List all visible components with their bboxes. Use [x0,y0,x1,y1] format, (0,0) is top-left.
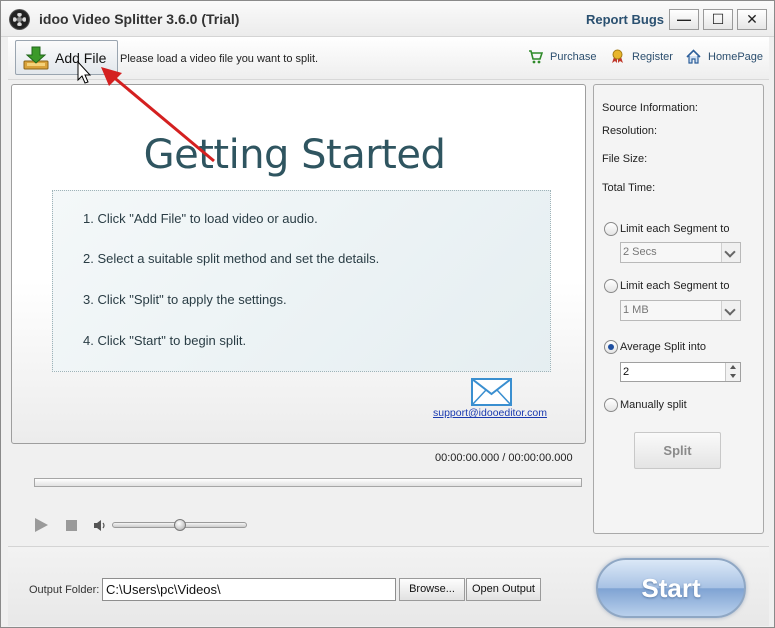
homepage-link[interactable]: HomePage [686,49,768,66]
average-split-radio[interactable] [604,340,618,354]
limit-by-size-option[interactable]: Limit each Segment to [604,279,754,294]
play-icon[interactable] [35,518,48,532]
add-file-label: Add File [55,50,107,66]
close-button[interactable]: ✕ [737,9,767,30]
output-folder-label: Output Folder: [29,584,100,596]
split-button-label: Split [663,443,692,458]
app-window: idoo Video Splitter 3.6.0 (Trial) Report… [0,0,775,628]
report-bugs-link[interactable]: Report Bugs [586,12,664,27]
browse-button-label: Browse... [409,583,455,595]
limit-by-time-radio[interactable] [604,222,618,236]
average-split-count-stepper[interactable]: 2 [620,362,741,382]
film-reel-icon [9,9,30,30]
home-icon [686,49,701,64]
split-settings-panel: Source Information: Resolution: File Siz… [593,84,764,534]
stepper-up-icon[interactable] [725,363,740,372]
window-title: idoo Video Splitter 3.6.0 (Trial) [39,11,240,27]
minimize-icon: — [677,11,691,27]
seek-bar[interactable] [34,478,582,487]
chevron-down-icon [721,243,740,262]
source-info-label: Source Information: [602,102,698,114]
stepper-down-icon[interactable] [725,372,740,381]
manual-split-radio[interactable] [604,398,618,412]
start-button-label: Start [641,573,701,603]
maximize-icon: ☐ [711,11,725,27]
preview-panel: Getting Started 1. Click "Add File" to l… [11,84,586,444]
instruction-step: 2. Select a suitable split method and se… [83,251,380,266]
minimize-button[interactable]: — [669,9,699,30]
limit-by-size-label: Limit each Segment to [620,280,730,292]
envelope-icon[interactable] [471,378,512,406]
split-button[interactable]: Split [634,432,721,469]
instruction-step: 1. Click "Add File" to load video or aud… [83,211,318,226]
timecode-display: 00:00:00.000 / 00:00:00.000 [435,452,573,464]
getting-started-heading: Getting Started [143,132,446,178]
support-email-link[interactable]: support@idooeditor.com [433,407,547,419]
maximize-button[interactable]: ☐ [703,9,733,30]
instruction-step: 3. Click "Split" to apply the settings. [83,292,287,307]
segment-size-value: 1 MB [623,304,649,316]
shopping-cart-icon [529,50,543,64]
browse-button[interactable]: Browse... [399,578,465,601]
instruction-step: 4. Click "Start" to begin split. [83,333,247,348]
download-tray-icon [23,46,49,70]
segment-time-select[interactable]: 2 Secs [620,242,741,263]
chevron-down-icon [721,301,740,320]
resolution-label: Resolution: [602,125,658,137]
average-split-option[interactable]: Average Split into [604,340,754,355]
purchase-label: Purchase [550,51,597,63]
stop-icon[interactable] [66,520,77,531]
manual-split-label: Manually split [620,399,687,411]
register-link[interactable]: Register [610,49,680,66]
segment-size-select[interactable]: 1 MB [620,300,741,321]
load-hint-text: Please load a video file you want to spl… [120,53,319,65]
register-label: Register [632,51,673,63]
purchase-link[interactable]: Purchase [528,50,600,66]
file-size-label: File Size: [602,153,648,165]
start-button[interactable]: Start [596,558,746,618]
homepage-label: HomePage [708,51,764,63]
close-icon: ✕ [746,11,758,27]
average-split-count-value: 2 [623,366,630,378]
limit-by-size-radio[interactable] [604,279,618,293]
speaker-icon[interactable] [93,519,107,532]
manual-split-option[interactable]: Manually split [604,398,754,413]
title-bar: idoo Video Splitter 3.6.0 (Trial) Report… [1,1,774,37]
open-output-button-label: Open Output [472,583,535,595]
instructions-box: 1. Click "Add File" to load video or aud… [52,190,551,372]
award-ribbon-icon [612,49,623,63]
open-output-button[interactable]: Open Output [466,578,541,601]
total-time-label: Total Time: [602,182,656,194]
average-split-label: Average Split into [620,341,707,353]
output-folder-input[interactable] [102,578,396,601]
add-file-button[interactable]: Add File [15,40,118,75]
volume-slider-thumb[interactable] [174,519,186,531]
toolbar: Add File Please load a video file you wa… [8,37,769,80]
limit-by-time-option[interactable]: Limit each Segment to [604,222,754,237]
segment-time-value: 2 Secs [623,246,657,258]
limit-by-time-label: Limit each Segment to [620,223,730,235]
